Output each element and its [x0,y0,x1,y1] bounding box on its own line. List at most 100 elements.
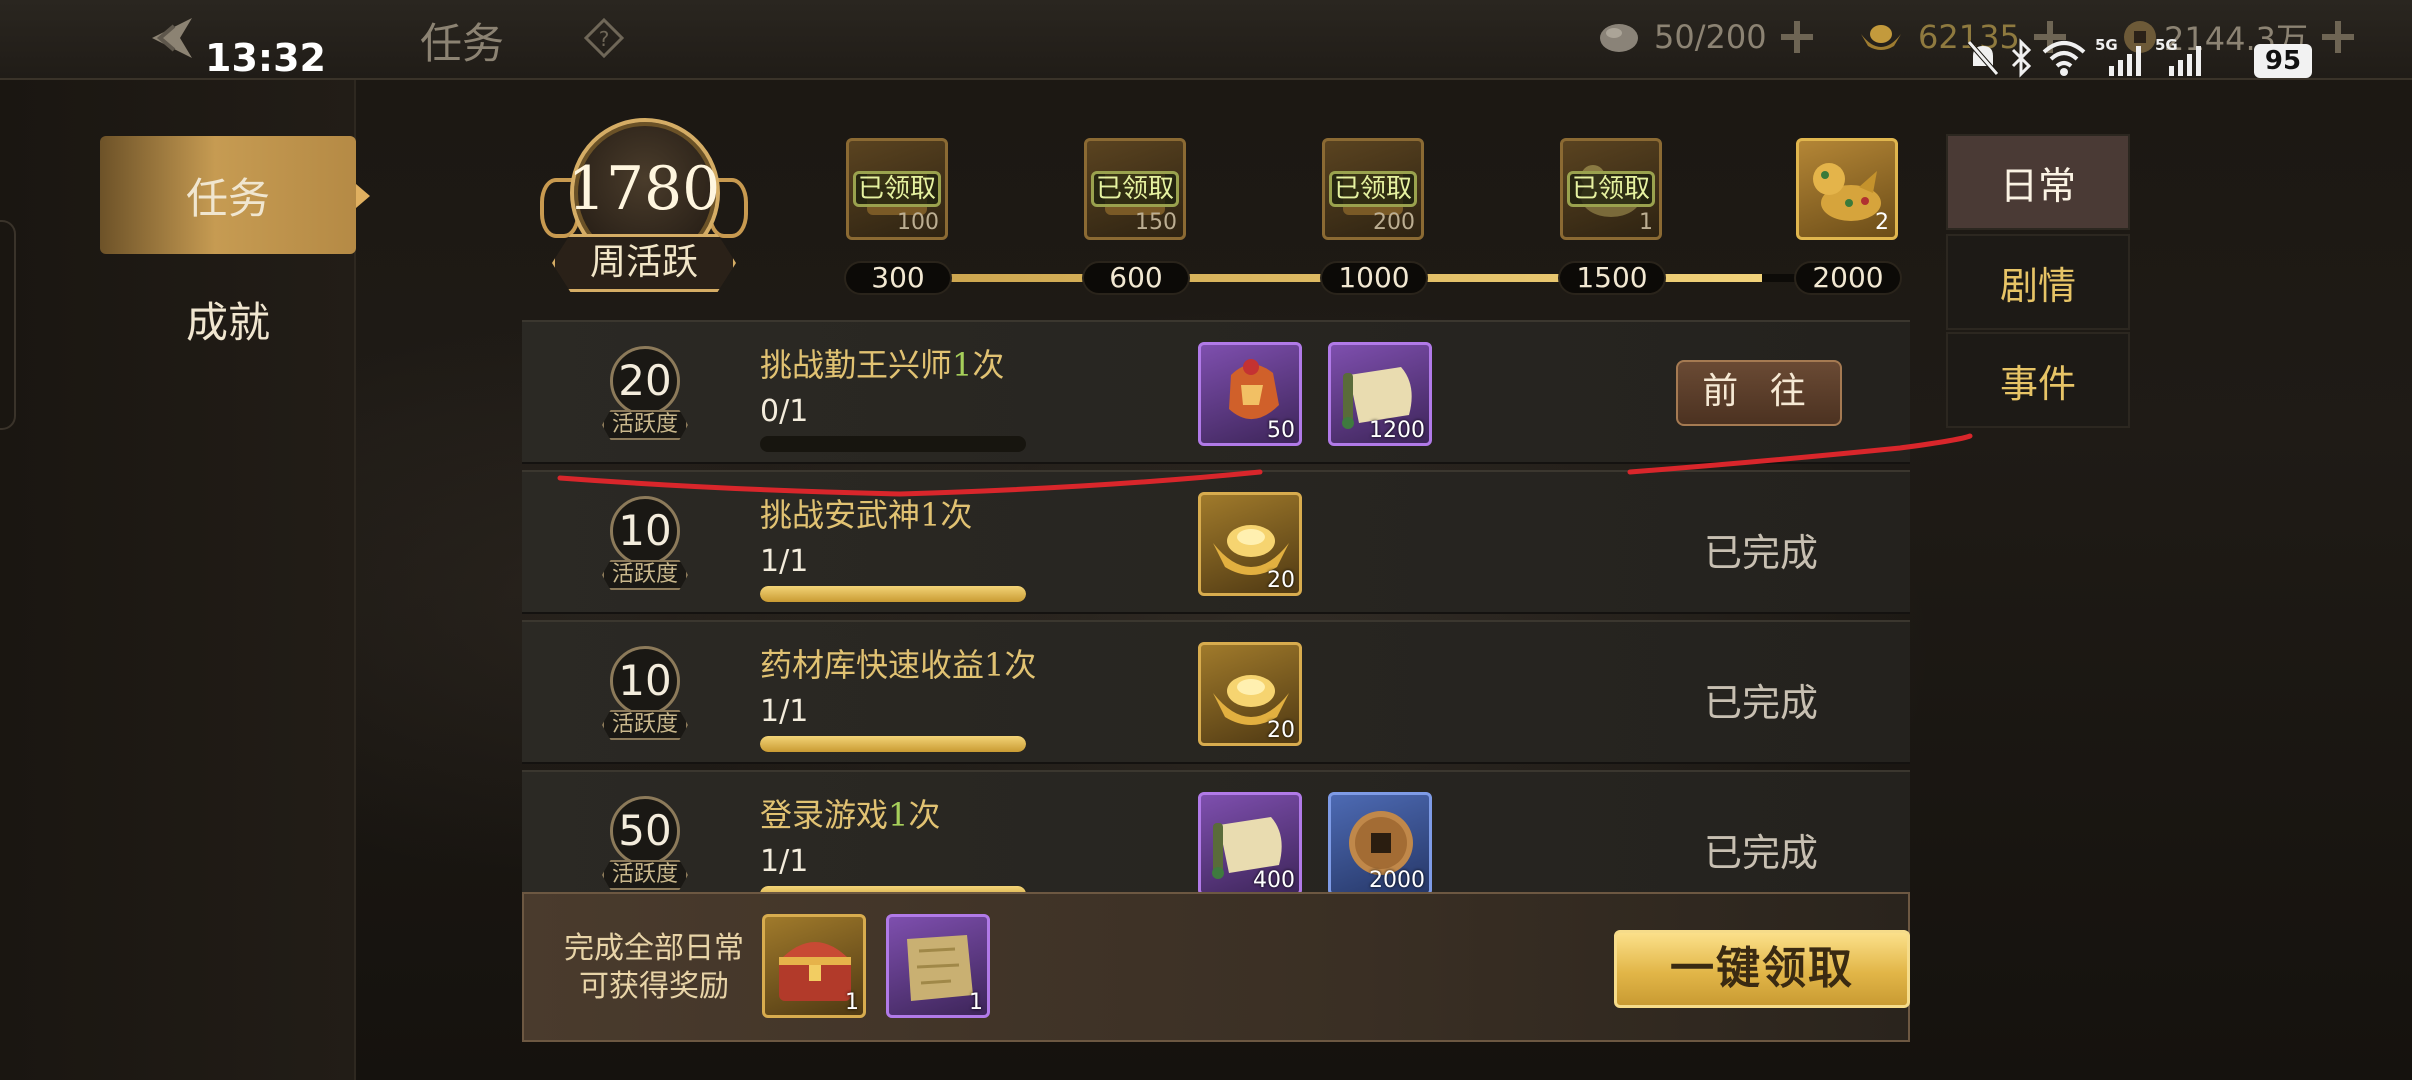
milestone-3-count: 200 [1373,210,1415,235]
task-4-reward-2-count: 2000 [1369,868,1425,892]
weekly-label: 周活跃 [552,234,736,292]
milestone-reward-3[interactable]: 已领取 200 [1322,138,1424,240]
task-row-3: 10 活跃度 药材库快速收益1次 1/1 20 已完成 [522,620,1910,764]
task-3-status: 已完成 [1704,681,1819,725]
nav-item-achievements-label: 成就 [185,297,270,347]
milestone-threshold-1: 300 [844,261,952,295]
task-4-points: 50 活跃度 [600,796,690,892]
back-arrow-icon [152,18,192,58]
task-2-progress-fill [760,586,1026,602]
task-1-points-value: 20 [618,356,672,405]
task-1-go-button[interactable]: 前 往 [1676,360,1842,426]
task-3-points-label: 活跃度 [602,710,688,740]
task-2-reward-1[interactable]: 20 [1198,492,1302,596]
nav-item-achievements[interactable]: 成就 [100,260,356,378]
task-2-points-label: 活跃度 [602,560,688,590]
task-row-1: 20 活跃度 挑战勤王兴师1次 0/1 50 1200 前 往 [522,320,1910,464]
milestone-2-count: 150 [1135,210,1177,235]
task-4-reward-1-count: 400 [1253,868,1295,892]
signal-5g-icon-2: 5G [2155,36,2201,76]
task-row-2: 10 活跃度 挑战安武神1次 1/1 20 已完成 [522,470,1910,614]
milestone-1-claimed-badge: 已领取 [853,171,941,207]
system-status-icons: 5G 5G [1965,36,2207,80]
add-coin-icon[interactable] [2318,17,2358,57]
battery-level: 95 [2254,44,2312,78]
task-2-progress-bar [760,586,1026,602]
task-3-reward-1-count: 20 [1267,718,1295,743]
task-4-points-label: 活跃度 [602,860,688,890]
task-3-progress-bar [760,736,1026,752]
milestone-4-count: 1 [1639,210,1653,235]
mute-bell-icon [1967,40,1999,76]
task-1-reward-2[interactable]: 1200 [1328,342,1432,446]
wifi-icon [2042,41,2086,76]
milestone-reward-2[interactable]: 已领取 150 [1084,138,1186,240]
completion-reward-1-count: 1 [845,990,859,1015]
milestone-2-claimed-badge: 已领取 [1091,171,1179,207]
task-1-progress-bar [760,436,1026,452]
completion-reward-2-count: 1 [969,990,983,1015]
task-2-progress-text: 1/1 [760,544,809,579]
completion-reward-1[interactable]: 1 [762,914,866,1018]
task-3-reward-1[interactable]: 20 [1198,642,1302,746]
back-button[interactable] [140,12,200,64]
milestone-5-count: 2 [1875,210,1889,235]
help-icon[interactable]: ? [583,17,625,59]
signal-5g-icon-1: 5G [2095,36,2141,76]
daily-completion-bar: 完成全部日常 可获得奖励 1 1 一键领取 [522,892,1910,1042]
milestone-reward-5[interactable]: 2 [1796,138,1898,240]
task-3-points-value: 10 [618,656,672,705]
task-2-reward-1-count: 20 [1267,568,1295,593]
nav-active-arrow-icon [356,184,370,208]
weekly-points: 1780 [567,154,721,224]
game-screen: { "status": { "time": "13:32", "battery"… [0,0,2412,1080]
task-3-name: 药材库快速收益1次 [760,646,1037,684]
task-4-points-value: 50 [618,806,672,855]
task-2-status: 已完成 [1704,531,1819,575]
resource-stone-value: 50/200 [1654,18,1767,56]
milestone-4-claimed-badge: 已领取 [1567,171,1655,207]
completion-reward-2[interactable]: 1 [886,914,990,1018]
milestone-threshold-5: 2000 [1794,261,1902,295]
task-1-progress-text: 0/1 [760,394,809,429]
nav-item-tasks[interactable]: 任务 [100,136,370,254]
page-title: 任务 [420,19,505,68]
tab-daily[interactable]: 日常 [1946,134,2130,230]
task-4-reward-2[interactable]: 2000 [1328,792,1432,892]
milestone-reward-4[interactable]: 已领取 1 [1560,138,1662,240]
milestone-reward-1[interactable]: 已领取 100 [846,138,948,240]
left-nav: 任务 成就 [0,80,370,1080]
tab-events-label: 事件 [1999,361,2076,406]
task-4-reward-1[interactable]: 400 [1198,792,1302,892]
tab-story[interactable]: 剧情 [1946,234,2130,330]
task-1-points-label: 活跃度 [602,410,688,440]
tab-events[interactable]: 事件 [1946,332,2130,428]
milestone-threshold-4: 1500 [1558,261,1666,295]
tab-story-label: 剧情 [1999,263,2076,308]
task-1-points: 20 活跃度 [600,346,690,442]
task-3-progress-fill [760,736,1026,752]
signal-1-label: 5G [2095,36,2118,54]
resource-stone: 50/200 [1598,14,1817,60]
top-bar: 13:32 任务 ? 50/200 62135 2144.3万 5G 5G 95 [0,0,2412,80]
claim-all-button[interactable]: 一键领取 [1614,930,1910,1008]
nav-item-tasks-label: 任务 [185,173,270,223]
status-time: 13:32 [205,36,326,80]
gold-ingot-icon [1861,25,1901,50]
milestone-3-claimed-badge: 已领取 [1329,171,1417,207]
task-1-reward-1-count: 50 [1267,418,1295,443]
task-3-progress-text: 1/1 [760,694,809,729]
task-1-reward-1[interactable]: 50 [1198,342,1302,446]
task-3-points: 10 活跃度 [600,646,690,742]
tab-daily-label: 日常 [1999,163,2076,208]
task-list[interactable]: 20 活跃度 挑战勤王兴师1次 0/1 50 1200 前 往 10 活跃度 挑… [522,320,1910,892]
task-1-reward-2-count: 1200 [1369,418,1425,443]
daily-completion-text: 完成全部日常 可获得奖励 [564,931,744,1004]
task-row-4: 50 活跃度 登录游戏1次 1/1 400 2000 已完成 [522,770,1910,892]
task-4-progress-text: 1/1 [760,844,809,879]
bluetooth-icon [2011,38,2032,78]
add-stone-icon[interactable] [1777,17,1817,57]
milestone-threshold-2: 600 [1082,261,1190,295]
weekly-activity-badge: 1780 周活跃 [540,118,748,294]
edge-handle[interactable] [0,220,16,430]
